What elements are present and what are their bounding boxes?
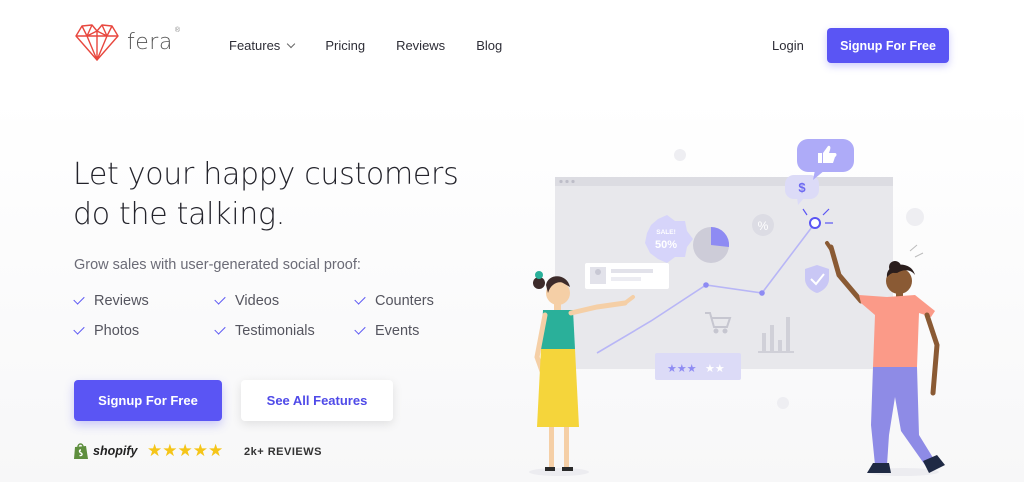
percent-icon: % [752,214,774,236]
check-icon [354,293,366,305]
nav-item-label: Blog [476,38,503,53]
nav-signup-button[interactable]: Signup For Free [827,28,949,63]
star-icon: ★ [192,441,208,460]
brand-name: fera [127,29,173,55]
check-icon [73,323,85,335]
hero-signup-button[interactable]: Signup For Free [74,380,222,421]
hero-headline: Let your happy customers do the talking. [73,155,473,235]
shopify-bag-icon [74,443,88,459]
profile-card [585,263,669,289]
headline-line-1: Let your happy customers [73,157,459,192]
feature-item: Photos [73,323,140,339]
nav-item-label: Features [229,38,281,53]
top-nav: fera ® Features Pricing Reviews Blog Log… [0,0,1024,90]
svg-text:★★: ★★ [705,362,725,375]
feature-label: Counters [375,293,434,309]
nav-item-reviews[interactable]: Reviews [396,38,445,53]
thumbs-up-bubble-icon [797,139,854,180]
check-icon [73,293,85,305]
pie-chart-icon [693,226,730,263]
feature-label: Reviews [94,293,149,309]
star-icon: ★ [208,441,224,460]
svg-text:%: % [758,219,769,233]
sale-badge-line2: 50% [655,239,677,251]
star-icon: ★ [177,441,193,460]
nav-item-pricing[interactable]: Pricing [325,38,365,53]
feature-item: Testimonials [214,323,315,339]
check-icon [214,293,226,305]
stars-card: ★★★ ★★ [655,353,741,380]
sale-badge-line1: SALE! [656,229,676,236]
shopify-badge: shopify [73,442,137,460]
feature-item: Events [354,323,420,339]
brand-logo[interactable]: fera ® [73,22,180,62]
nav-item-label: Pricing [325,38,366,53]
login-link[interactable]: Login [772,38,804,53]
feature-label: Testimonials [235,323,315,339]
star-icon: ★ [162,441,178,460]
feature-label: Events [375,323,420,339]
hero-illustration: SALE! 50% % ★★★ ★★ $ [529,139,945,476]
nav-item-blog[interactable]: Blog [476,38,502,53]
svg-text:$: $ [798,180,806,195]
feature-label: Photos [94,323,140,339]
feature-item: Videos [214,293,280,309]
heart-logo-icon [75,24,119,61]
feature-label: Videos [235,293,280,309]
nav-item-features[interactable]: Features [229,38,296,53]
shopify-label: shopify [93,444,138,458]
reviews-count: 2k+ REVIEWS [244,446,322,458]
brand-trademark: ® [174,26,180,34]
nav-links: Features Pricing Reviews Blog [229,38,533,53]
feature-item: Reviews [73,293,149,309]
svg-text:★★★: ★★★ [667,362,697,375]
headline-line-2: do the talking. [73,197,285,232]
see-all-features-button[interactable]: See All Features [241,380,393,421]
rating-stars: ★ ★ ★ ★ ★ [147,442,223,460]
star-icon: ★ [147,441,163,460]
nav-item-label: Reviews [396,38,446,53]
check-icon [214,323,226,335]
check-icon [354,323,366,335]
feature-item: Counters [354,293,434,309]
chevron-down-icon [287,39,296,48]
hero-subhead: Grow sales with user-generated social pr… [74,257,361,273]
